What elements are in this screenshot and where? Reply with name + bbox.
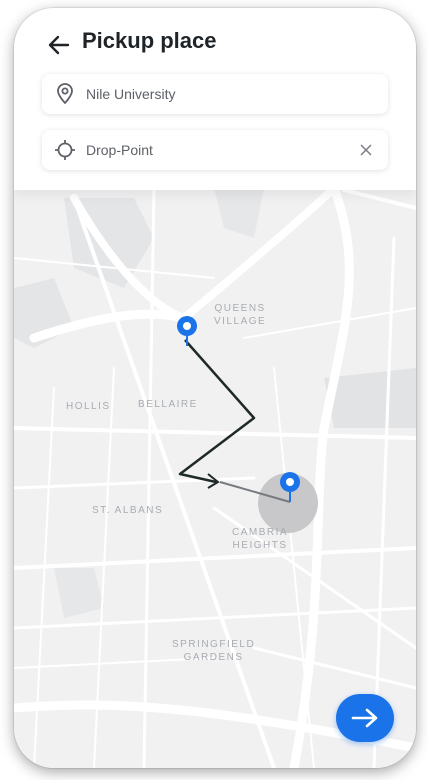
phone-frame: QUEENS VILLAGE HOLLIS BELLAIRE ST. ALBAN… xyxy=(14,8,416,768)
next-button[interactable] xyxy=(336,694,394,742)
dropoff-field[interactable] xyxy=(42,130,388,170)
map-label-bellaire: BELLAIRE xyxy=(138,399,198,410)
map-label-springfield-gardens: SPRINGFIELD GARDENS xyxy=(172,639,256,663)
map-label-cambria-heights: CAMBRIA HEIGHTS xyxy=(232,527,289,551)
dropoff-input[interactable] xyxy=(84,141,348,159)
arrow-right-icon xyxy=(351,708,378,728)
page-title: Pickup place xyxy=(82,28,217,53)
arrow-left-icon xyxy=(48,35,70,55)
pickup-field[interactable] xyxy=(42,74,388,114)
map-label-queens-village: QUEENS VILLAGE xyxy=(214,303,267,327)
pickup-input[interactable] xyxy=(84,85,348,103)
map-pin-icon xyxy=(54,83,76,105)
back-button[interactable] xyxy=(46,32,72,58)
clear-dropoff-button[interactable] xyxy=(356,140,376,160)
crosshair-icon xyxy=(54,139,76,161)
header-panel: Pickup place xyxy=(14,8,416,190)
map-label-hollis: HOLLIS xyxy=(66,401,111,412)
close-icon xyxy=(360,144,372,156)
map-label-st-albans: ST. ALBANS xyxy=(92,505,164,516)
